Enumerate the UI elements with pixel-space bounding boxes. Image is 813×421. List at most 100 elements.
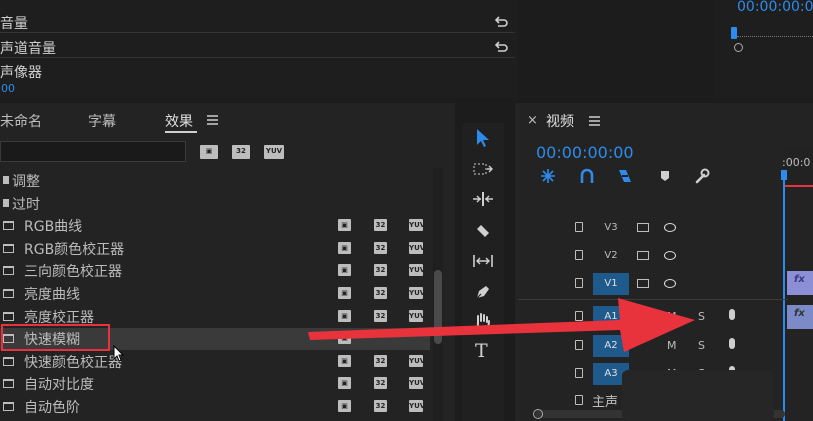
track-header-v3[interactable]: V3 bbox=[518, 217, 783, 239]
32-bit-badge: 32 bbox=[374, 400, 387, 412]
razor-tool-icon[interactable] bbox=[474, 222, 492, 240]
effect-icon bbox=[3, 243, 14, 253]
ruler bbox=[737, 36, 813, 41]
selection-tool-icon[interactable] bbox=[475, 128, 491, 148]
ec-row-label: 音量 bbox=[0, 16, 28, 32]
sync-lock-icon[interactable] bbox=[637, 251, 649, 260]
wrench-icon[interactable] bbox=[694, 168, 710, 184]
effect-controls-panel: 音量 声道音量 声像器 00 bbox=[0, 0, 518, 98]
yuv-filter-button[interactable]: YUV bbox=[264, 145, 284, 159]
effects-list-item[interactable]: RGB颜色校正器 ▣ 32 YUV bbox=[0, 238, 430, 260]
accelerated-badge-icon: ▣ bbox=[338, 400, 351, 412]
tab-untitled[interactable]: 未命名 bbox=[0, 111, 42, 131]
close-icon[interactable]: × bbox=[527, 113, 538, 128]
track-select-tool-icon[interactable] bbox=[473, 162, 493, 176]
ruler-label: :00:0 bbox=[782, 156, 811, 169]
bin-toggle-icon bbox=[3, 176, 9, 184]
reset-icon[interactable] bbox=[495, 39, 509, 53]
sync-lock-icon[interactable] bbox=[637, 279, 649, 288]
scroll-handle[interactable] bbox=[533, 409, 543, 419]
accelerated-badge-icon: ▣ bbox=[338, 264, 351, 277]
annotation-arrow bbox=[308, 298, 695, 352]
track-header-v2[interactable]: V2 bbox=[518, 245, 783, 267]
accelerated-badge-icon: ▣ bbox=[338, 377, 351, 390]
ec-row-volume[interactable]: 音量 bbox=[0, 11, 515, 33]
divider bbox=[0, 32, 515, 33]
accelerated-icon[interactable]: ▣ bbox=[200, 145, 218, 159]
nest-toggle-icon[interactable] bbox=[540, 168, 556, 184]
yuv-badge: YUV bbox=[409, 377, 426, 390]
clip-fx-badge: fx bbox=[794, 274, 805, 285]
effect-icon bbox=[3, 379, 14, 389]
tab-effects[interactable]: 效果 bbox=[165, 111, 193, 131]
effects-list-item[interactable]: 三向颜色校正器 ▣ 32 YUV bbox=[0, 260, 430, 282]
ripple-edit-tool-icon[interactable] bbox=[472, 191, 494, 207]
eye-icon[interactable] bbox=[664, 223, 676, 232]
hamburger-icon[interactable] bbox=[207, 115, 218, 125]
effects-list-item[interactable]: RGB曲线 ▣ 32 YUV bbox=[0, 215, 430, 237]
track-target-toggle[interactable]: V3 bbox=[593, 217, 629, 239]
lock-icon[interactable] bbox=[575, 250, 583, 260]
track-target-toggle[interactable]: V1 bbox=[593, 273, 629, 295]
tab-captions[interactable]: 字幕 bbox=[88, 111, 116, 131]
ec-row-channel-volume[interactable]: 声道音量 bbox=[0, 36, 515, 58]
reset-icon[interactable] bbox=[495, 14, 509, 28]
effects-list-item[interactable]: 调整 bbox=[0, 170, 430, 192]
lock-icon[interactable] bbox=[575, 368, 583, 378]
effects-list-label: 自动色阶 bbox=[24, 400, 80, 416]
sequence-timecode[interactable]: 00:00:00:00 bbox=[536, 143, 634, 162]
playhead-marker[interactable] bbox=[781, 170, 787, 180]
eye-icon[interactable] bbox=[664, 279, 676, 288]
sequence-tab-title[interactable]: 视频 bbox=[546, 111, 574, 131]
track-target-toggle[interactable]: V2 bbox=[593, 245, 629, 267]
yuv-badge: YUV bbox=[409, 219, 426, 232]
bin-toggle-icon bbox=[3, 198, 9, 207]
effect-icon bbox=[3, 266, 14, 276]
snap-icon[interactable] bbox=[580, 168, 594, 184]
blurred-region bbox=[622, 370, 774, 421]
microphone-icon[interactable] bbox=[729, 338, 735, 349]
search-input[interactable] bbox=[0, 141, 186, 162]
32-bit-badge: 32 bbox=[374, 377, 387, 390]
effects-list-label: 调整 bbox=[12, 174, 40, 190]
program-timecode[interactable]: 00:00:00:00 bbox=[737, 0, 813, 15]
microphone-icon[interactable] bbox=[729, 309, 735, 320]
eye-icon[interactable] bbox=[664, 251, 676, 260]
mouse-cursor-icon bbox=[113, 345, 125, 362]
effects-list-label: 过时 bbox=[12, 196, 40, 213]
effects-list-item[interactable]: 自动色阶 ▣ 32 YUV bbox=[0, 396, 430, 418]
ec-timecode[interactable]: 00 bbox=[1, 82, 15, 95]
slip-tool-icon[interactable] bbox=[472, 253, 494, 269]
scroll-handle[interactable] bbox=[734, 43, 743, 52]
ec-row-label: 声道音量 bbox=[0, 41, 56, 57]
linked-selection-icon[interactable] bbox=[617, 168, 633, 184]
effects-list-label: 自动对比度 bbox=[24, 377, 94, 394]
32-bit-badge: 32 bbox=[374, 219, 387, 232]
lock-icon[interactable] bbox=[575, 222, 583, 232]
effect-icon bbox=[3, 221, 14, 231]
accelerated-badge-icon: ▣ bbox=[338, 241, 351, 254]
ec-row-label: 声像器 bbox=[0, 65, 42, 81]
active-tab-underline bbox=[165, 131, 197, 133]
divider bbox=[0, 57, 515, 58]
yuv-badge: YUV bbox=[409, 400, 426, 412]
lock-icon[interactable] bbox=[575, 278, 583, 288]
add-marker-icon[interactable] bbox=[660, 170, 670, 182]
effect-icon bbox=[3, 402, 14, 411]
program-monitor-panel: 00:00:00:00 bbox=[715, 0, 813, 98]
32-bit-filter-button[interactable]: 32 bbox=[232, 145, 250, 159]
highlight-box bbox=[1, 324, 110, 351]
hamburger-icon[interactable] bbox=[589, 116, 600, 126]
effect-icon bbox=[3, 356, 14, 366]
32-bit-badge: 32 bbox=[374, 264, 387, 277]
track-header-v1[interactable]: V1 bbox=[518, 273, 783, 295]
effects-list-item[interactable]: 自动对比度 ▣ 32 YUV bbox=[0, 373, 430, 395]
master-lock-icon[interactable] bbox=[575, 395, 583, 405]
effects-list-item[interactable]: 过时 bbox=[0, 193, 430, 215]
effects-list-label: RGB颜色校正器 bbox=[24, 241, 125, 258]
playhead-line bbox=[783, 180, 785, 421]
clip-fx-badge: fx bbox=[794, 308, 805, 319]
sync-lock-icon[interactable] bbox=[637, 223, 649, 232]
yuv-badge: YUV bbox=[409, 241, 426, 254]
ec-row-panner[interactable]: 声像器 bbox=[0, 60, 515, 82]
